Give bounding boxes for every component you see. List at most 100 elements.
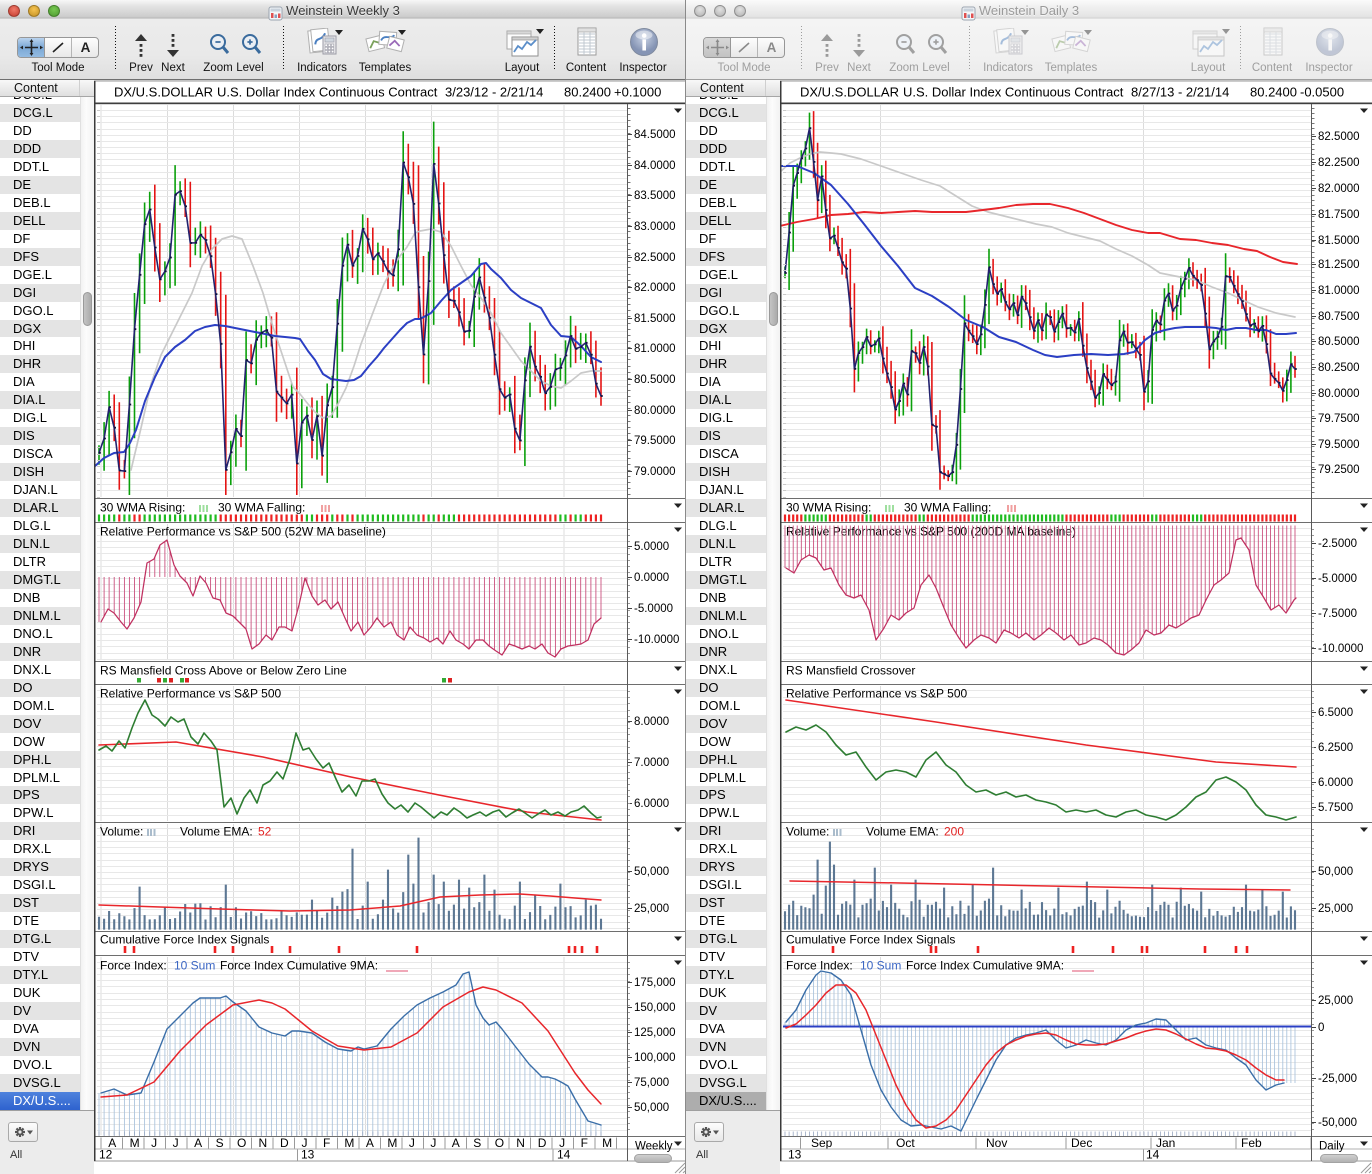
svg-text:0: 0 xyxy=(1318,1022,1324,1034)
svg-text:81.0000: 81.0000 xyxy=(634,343,676,355)
svg-text:Nov: Nov xyxy=(986,1136,1007,1150)
svg-text:6.5000: 6.5000 xyxy=(1318,707,1353,719)
svg-text:50,000: 50,000 xyxy=(1318,866,1353,878)
svg-text:Force Index:: Force Index: xyxy=(786,959,853,973)
svg-text:5.7500: 5.7500 xyxy=(1318,802,1353,814)
svg-text:30 WMA Rising:: 30 WMA Rising: xyxy=(786,501,871,515)
svg-text:J: J xyxy=(409,1136,415,1150)
svg-text:150,000: 150,000 xyxy=(634,1002,676,1014)
svg-text:80.2500: 80.2500 xyxy=(1318,362,1360,374)
svg-text:U.S. Dollar Index Continuous C: U.S. Dollar Index Continuous Contract xyxy=(217,85,438,100)
svg-text:M: M xyxy=(344,1136,354,1150)
svg-text:80.0000: 80.0000 xyxy=(634,405,676,417)
svg-text:6.0000: 6.0000 xyxy=(634,798,669,810)
svg-text:81.5000: 81.5000 xyxy=(1318,235,1360,247)
svg-text:82.0000: 82.0000 xyxy=(634,282,676,294)
svg-text:RS Mansfield Cross Above or Be: RS Mansfield Cross Above or Below Zero L… xyxy=(100,664,347,678)
svg-text:30 WMA Falling:: 30 WMA Falling: xyxy=(218,501,305,515)
svg-text:30 WMA Falling:: 30 WMA Falling: xyxy=(904,501,991,515)
svg-text:81.0000: 81.0000 xyxy=(1318,285,1360,297)
svg-text:Dec: Dec xyxy=(1071,1136,1092,1150)
svg-text:79.0000: 79.0000 xyxy=(634,466,676,478)
svg-text:Relative Performance vs S&P 50: Relative Performance vs S&P 500 (52W MA … xyxy=(100,525,386,539)
svg-text:-10.0000: -10.0000 xyxy=(1318,643,1363,655)
svg-text:80.7500: 80.7500 xyxy=(1318,311,1360,323)
svg-text:80.5000: 80.5000 xyxy=(634,374,676,386)
svg-text:RS Mansfield Crossover: RS Mansfield Crossover xyxy=(786,664,915,678)
svg-text:81.2500: 81.2500 xyxy=(1318,259,1360,271)
svg-text:Volume EMA:: Volume EMA: xyxy=(180,825,253,839)
svg-text:-0.0500: -0.0500 xyxy=(1300,85,1344,100)
svg-text:82.0000: 82.0000 xyxy=(1318,183,1360,195)
svg-text:A: A xyxy=(194,1136,202,1150)
svg-text:82.5000: 82.5000 xyxy=(1318,131,1360,143)
svg-text:M: M xyxy=(387,1136,397,1150)
svg-text:J: J xyxy=(430,1136,436,1150)
svg-text:Sep: Sep xyxy=(811,1136,833,1150)
svg-text:79.7500: 79.7500 xyxy=(1318,413,1360,425)
svg-text:50,000: 50,000 xyxy=(634,1102,669,1114)
svg-text:Daily: Daily xyxy=(1319,1141,1345,1153)
svg-text:U.S. Dollar Index Continuous C: U.S. Dollar Index Continuous Contract xyxy=(903,85,1124,100)
svg-text:30 WMA Rising:: 30 WMA Rising: xyxy=(100,501,185,515)
svg-text:82.5000: 82.5000 xyxy=(634,252,676,264)
svg-text:80.5000: 80.5000 xyxy=(1318,336,1360,348)
svg-text:+0.1000: +0.1000 xyxy=(614,85,661,100)
svg-text:A: A xyxy=(366,1136,374,1150)
svg-text:N: N xyxy=(259,1136,268,1150)
svg-text:D: D xyxy=(538,1136,547,1150)
svg-text:-5.0000: -5.0000 xyxy=(1318,573,1357,585)
svg-text:3/23/12 - 2/21/14: 3/23/12 - 2/21/14 xyxy=(445,85,543,100)
svg-text:Relative Performance vs S&P 50: Relative Performance vs S&P 500 xyxy=(786,687,968,701)
svg-text:Volume:: Volume: xyxy=(786,825,829,839)
svg-text:75,000: 75,000 xyxy=(634,1077,669,1089)
svg-text:125,000: 125,000 xyxy=(634,1027,676,1039)
svg-text:7.0000: 7.0000 xyxy=(634,757,669,769)
svg-text:J: J xyxy=(173,1136,179,1150)
svg-text:10 Sum: 10 Sum xyxy=(174,959,215,973)
svg-text:-50,000: -50,000 xyxy=(1318,1117,1357,1129)
svg-text:5.0000: 5.0000 xyxy=(634,541,669,553)
svg-text:-10.0000: -10.0000 xyxy=(634,634,679,646)
svg-text:100,000: 100,000 xyxy=(634,1052,676,1064)
svg-text:84.5000: 84.5000 xyxy=(634,129,676,141)
svg-text:6.2500: 6.2500 xyxy=(1318,742,1353,754)
svg-text:J: J xyxy=(151,1136,157,1150)
svg-text:S: S xyxy=(216,1136,224,1150)
svg-text:DX/U.S.DOLLAR: DX/U.S.DOLLAR xyxy=(800,85,899,100)
svg-text:-7.5000: -7.5000 xyxy=(1318,608,1357,620)
svg-text:Weekly: Weekly xyxy=(635,1141,673,1153)
svg-text:80.2400: 80.2400 xyxy=(564,85,611,100)
svg-text:M: M xyxy=(602,1136,612,1150)
svg-text:81.7500: 81.7500 xyxy=(1318,209,1360,221)
svg-text:52: 52 xyxy=(258,825,272,839)
svg-text:S: S xyxy=(473,1136,481,1150)
svg-text:Cumulative Force Index Signals: Cumulative Force Index Signals xyxy=(786,933,955,947)
svg-text:A: A xyxy=(452,1136,460,1150)
svg-text:83.5000: 83.5000 xyxy=(634,190,676,202)
svg-text:Relative Performance vs S&P 50: Relative Performance vs S&P 500 xyxy=(100,687,282,701)
svg-text:6.0000: 6.0000 xyxy=(1318,777,1353,789)
svg-text:83.0000: 83.0000 xyxy=(634,221,676,233)
svg-text:79.5000: 79.5000 xyxy=(1318,439,1360,451)
svg-text:-25,000: -25,000 xyxy=(1318,1073,1357,1085)
svg-text:84.0000: 84.0000 xyxy=(634,160,676,172)
svg-text:Cumulative Force Index Signals: Cumulative Force Index Signals xyxy=(100,933,269,947)
svg-text:Force Index Cumulative 9MA:: Force Index Cumulative 9MA: xyxy=(906,959,1064,973)
svg-text:O: O xyxy=(495,1136,504,1150)
svg-text:Volume EMA:: Volume EMA: xyxy=(866,825,939,839)
svg-text:Force Index Cumulative 9MA:: Force Index Cumulative 9MA: xyxy=(220,959,378,973)
svg-text:Oct: Oct xyxy=(896,1136,915,1150)
svg-text:80.2400: 80.2400 xyxy=(1250,85,1297,100)
svg-text:8.0000: 8.0000 xyxy=(634,716,669,728)
svg-text:8/27/13 - 2/21/14: 8/27/13 - 2/21/14 xyxy=(1131,85,1229,100)
svg-text:M: M xyxy=(130,1136,140,1150)
svg-text:82.2500: 82.2500 xyxy=(1318,157,1360,169)
svg-text:81.5000: 81.5000 xyxy=(634,313,676,325)
svg-text:175,000: 175,000 xyxy=(634,977,676,989)
svg-text:Volume:: Volume: xyxy=(100,825,143,839)
svg-text:D: D xyxy=(280,1136,289,1150)
svg-text:F: F xyxy=(581,1136,588,1150)
svg-text:N: N xyxy=(516,1136,525,1150)
svg-text:80.0000: 80.0000 xyxy=(1318,388,1360,400)
